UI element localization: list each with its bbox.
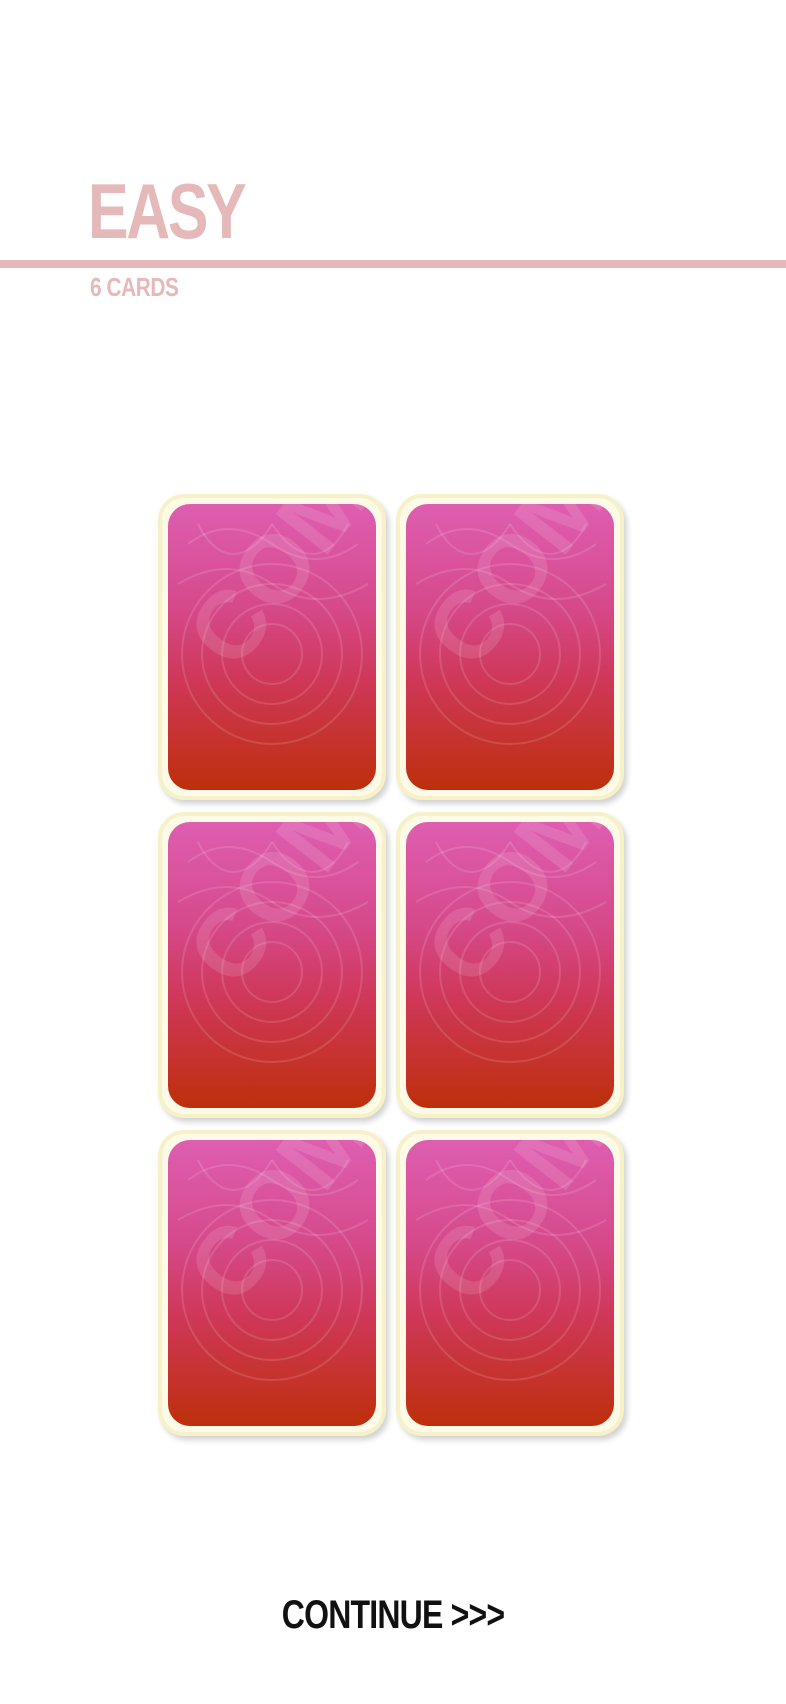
card-4[interactable]: COMIR [396, 812, 624, 1118]
card-1[interactable]: COMIR [158, 494, 386, 800]
card-back: COMIR [168, 1140, 376, 1426]
card-back-pattern [177, 841, 369, 1063]
card-back: COMIR [406, 1140, 614, 1426]
level-title: EASY [88, 167, 247, 255]
card-back-pattern [415, 841, 607, 1063]
continue-label: CONTINUE >>> [281, 1593, 505, 1637]
card-back-pattern [177, 1159, 369, 1381]
card-back: COMIR [168, 504, 376, 790]
card-count-label: 6 CARDS [90, 272, 179, 302]
continue-button[interactable]: CONTINUE >>> [0, 1592, 786, 1638]
card-5[interactable]: COMIR [158, 1130, 386, 1436]
card-2[interactable]: COMIR [396, 494, 624, 800]
card-back: COMIR [406, 822, 614, 1108]
card-3[interactable]: COMIR [158, 812, 386, 1118]
card-6[interactable]: COMIR [396, 1130, 624, 1436]
card-grid: COMIR COMIR COMIR COMIR COMIR COMIR [158, 494, 628, 1436]
card-back: COMIR [406, 504, 614, 790]
card-back-pattern [415, 1159, 607, 1381]
header-divider [0, 260, 786, 268]
card-back: COMIR [168, 822, 376, 1108]
card-back-pattern [177, 523, 369, 745]
card-back-pattern [415, 523, 607, 745]
